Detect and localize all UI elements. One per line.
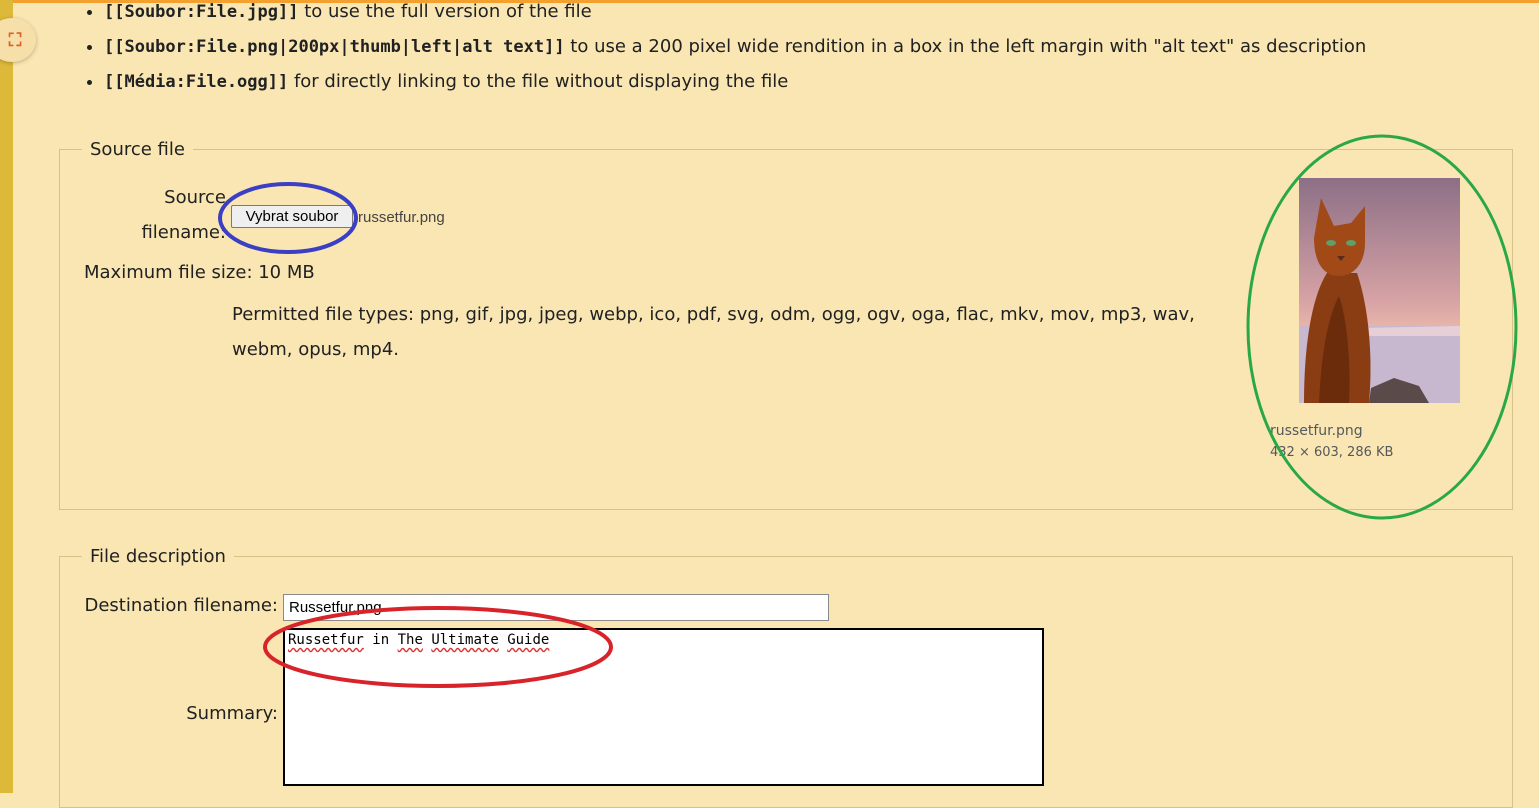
summary-word: in xyxy=(372,632,390,648)
list-item: [[Soubor:File.jpg]] to use the full vers… xyxy=(104,0,1366,29)
chosen-file-name: russetfur.png xyxy=(358,209,445,226)
destination-filename-label: Destination filename: xyxy=(84,595,278,616)
usage-code: [[Soubor:File.png|200px|thumb|left|alt t… xyxy=(104,37,565,57)
permitted-file-types: Permitted file types: png, gif, jpg, jpe… xyxy=(232,304,1195,360)
usage-text: to use the full version of the file xyxy=(298,1,592,22)
source-file-legend: Source file xyxy=(90,139,185,160)
summary-word: Russetfur xyxy=(288,632,364,648)
expand-icon: ⛶ xyxy=(8,29,22,51)
usage-code: [[Média:File.ogg]] xyxy=(104,72,289,92)
label-line: Source xyxy=(164,187,226,208)
summary-textarea[interactable]: Russetfur in The Ultimate Guide xyxy=(283,628,1044,786)
source-filename-label: Source filename: xyxy=(120,180,226,250)
usage-text: for directly linking to the file without… xyxy=(288,71,789,92)
choose-file-button[interactable]: Vybrat soubor xyxy=(231,205,353,228)
summary-word: The xyxy=(397,632,423,648)
list-item: [[Soubor:File.png|200px|thumb|left|alt t… xyxy=(104,29,1366,64)
file-description-legend: File description xyxy=(90,546,226,567)
summary-label: Summary: xyxy=(186,703,278,724)
usage-code: [[Soubor:File.jpg]] xyxy=(104,2,299,22)
usage-text: to use a 200 pixel wide rendition in a b… xyxy=(564,36,1367,57)
label-line: filename: xyxy=(141,222,226,243)
max-file-size: Maximum file size: 10 MB xyxy=(84,262,315,283)
summary-word: Ultimate xyxy=(431,632,499,648)
left-accent-bar xyxy=(0,0,13,793)
summary-word: Guide xyxy=(507,632,550,648)
cat-thumbnail-image[interactable] xyxy=(1299,178,1460,403)
thumbnail-filename: russetfur.png xyxy=(1270,423,1363,439)
usage-list: [[Soubor:File.jpg]] to use the full vers… xyxy=(80,0,1366,99)
destination-filename-input[interactable] xyxy=(283,594,829,621)
thumbnail-dimensions: 432 × 603, 286 KB xyxy=(1270,445,1394,460)
list-item: [[Média:File.ogg]] for directly linking … xyxy=(104,64,1366,99)
expand-button[interactable]: ⛶ xyxy=(0,18,36,62)
